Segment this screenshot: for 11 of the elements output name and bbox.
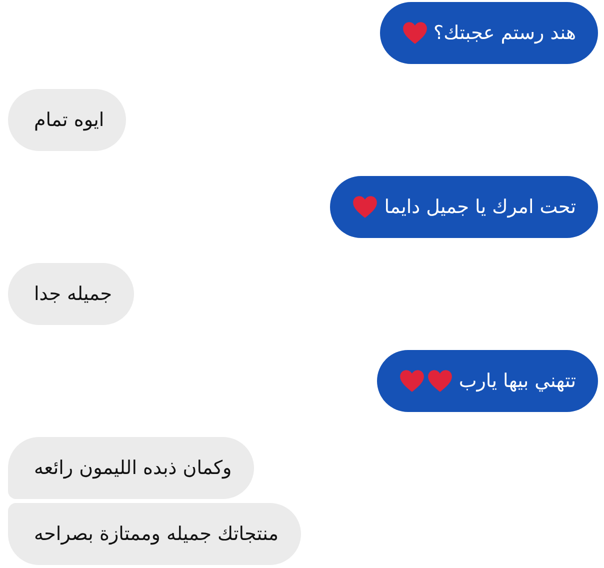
heart-icon bbox=[426, 369, 453, 393]
message-text: تحت امرك يا جميل دايما bbox=[384, 196, 576, 218]
message-text: ايوه تمام bbox=[34, 109, 104, 131]
heart-icon bbox=[402, 21, 428, 45]
message-text: وكمان ذبده الليمون رائعه bbox=[34, 457, 232, 479]
heart-icon bbox=[352, 195, 378, 219]
message-text: هند رستم عجبتك؟ bbox=[434, 22, 576, 44]
heart-icon bbox=[398, 369, 425, 393]
message-text: منتجاتك جميله وممتازة بصراحه bbox=[34, 523, 279, 545]
message-text: جميله جدا bbox=[34, 283, 112, 305]
message-text: تتهني بيها يارب bbox=[458, 370, 576, 392]
